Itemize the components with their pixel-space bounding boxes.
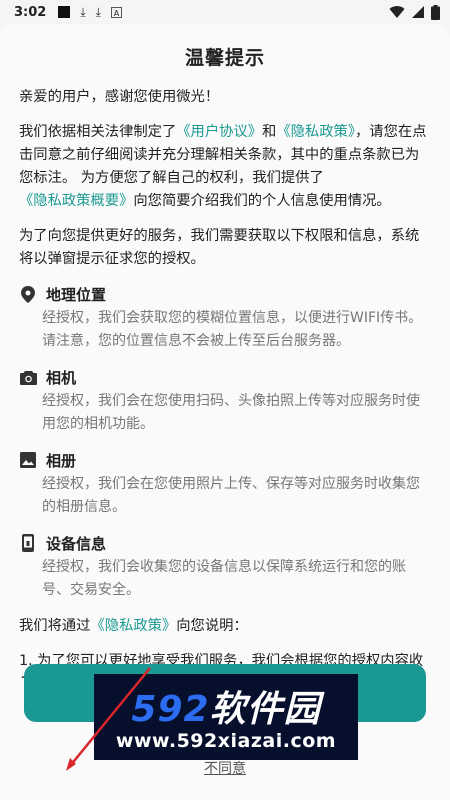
- privacy-summary-link[interactable]: 《隐私政策概要》: [19, 193, 133, 209]
- location-pin-icon: [19, 285, 37, 303]
- system-icons: [389, 4, 440, 20]
- permission-camera: 相机 经授权，我们会在您使用扫码、头像拍照上传等对应服务时使用您的相机功能。: [19, 366, 431, 436]
- status-time: 3:02: [14, 4, 47, 20]
- a-box-icon: A: [110, 6, 122, 18]
- watermark-logo: 592软件园 www.592xiazai.com: [94, 674, 358, 760]
- notification-square-icon: [58, 6, 71, 18]
- dialog-scroll-content[interactable]: 亲爱的用户，感谢您使用微光！ 我们依据相关法律制定了《用户协议》和《隐私政策》，…: [19, 86, 431, 678]
- battery-icon: [431, 4, 440, 20]
- camera-icon: [19, 368, 37, 386]
- watermark-brand: 592软件园: [131, 689, 321, 730]
- privacy-policy-link[interactable]: 《隐私政策》: [276, 124, 355, 140]
- permission-title: 地理位置: [46, 285, 107, 304]
- permission-device: 设备信息 经授权，我们会收集您的设备信息以保障系统运行和您的账号、交易安全。: [19, 532, 431, 602]
- permission-location: 地理位置 经授权，我们会获取您的模糊位置信息，以便进行WIFI传书。请注意，您的…: [19, 283, 431, 353]
- dialog-title: 温馨提示: [184, 47, 265, 69]
- permission-desc: 经授权，我们会收集您的设备信息以保障系统运行和您的账号、交易安全。: [42, 559, 406, 598]
- permission-title: 相机: [46, 368, 77, 387]
- greeting-text: 亲爱的用户，感谢您使用微光！: [19, 89, 220, 105]
- user-agreement-link[interactable]: 《用户协议》: [176, 124, 262, 140]
- wifi-icon: [389, 6, 405, 19]
- image-icon: [19, 451, 37, 469]
- download-icon: ⤓: [80, 5, 86, 19]
- policy-explain-text: 我们将通过《隐私政策》向您说明：: [19, 618, 248, 634]
- permission-desc: 经授权，我们会在您使用照片上传、保存等对应服务时收集您的相册信息。: [42, 476, 420, 515]
- permission-desc: 经授权，我们会在您使用扫码、头像拍照上传等对应服务时使用您的相机功能。: [42, 393, 420, 432]
- privacy-policy-link-2[interactable]: 《隐私政策》: [90, 618, 176, 634]
- permission-title: 相册: [46, 451, 77, 470]
- device-icon: [19, 534, 37, 552]
- permission-title: 设备信息: [46, 534, 107, 553]
- download-icon: ⤓: [95, 5, 101, 19]
- permission-album: 相册 经授权，我们会在您使用照片上传、保存等对应服务时收集您的相册信息。: [19, 449, 431, 519]
- notification-icons: ⤓ ⤓ A: [58, 6, 122, 18]
- status-bar: 3:02 ⤓ ⤓ A: [0, 0, 450, 24]
- signal-icon: [412, 6, 424, 18]
- permission-desc: 经授权，我们会获取您的模糊位置信息，以便进行WIFI传书。请注意，您的位置信息不…: [42, 310, 423, 349]
- disagree-link[interactable]: 不同意: [0, 758, 450, 778]
- watermark-url: www.592xiazai.com: [115, 730, 337, 752]
- agreement-paragraph: 我们依据相关法律制定了《用户协议》和《隐私政策》，请您在点击同意之前仔细阅读并充…: [19, 124, 427, 209]
- permission-intro: 为了向您提供更好的服务，我们需要获取以下权限和信息，系统将以弹窗提示征求您的授权…: [19, 228, 420, 267]
